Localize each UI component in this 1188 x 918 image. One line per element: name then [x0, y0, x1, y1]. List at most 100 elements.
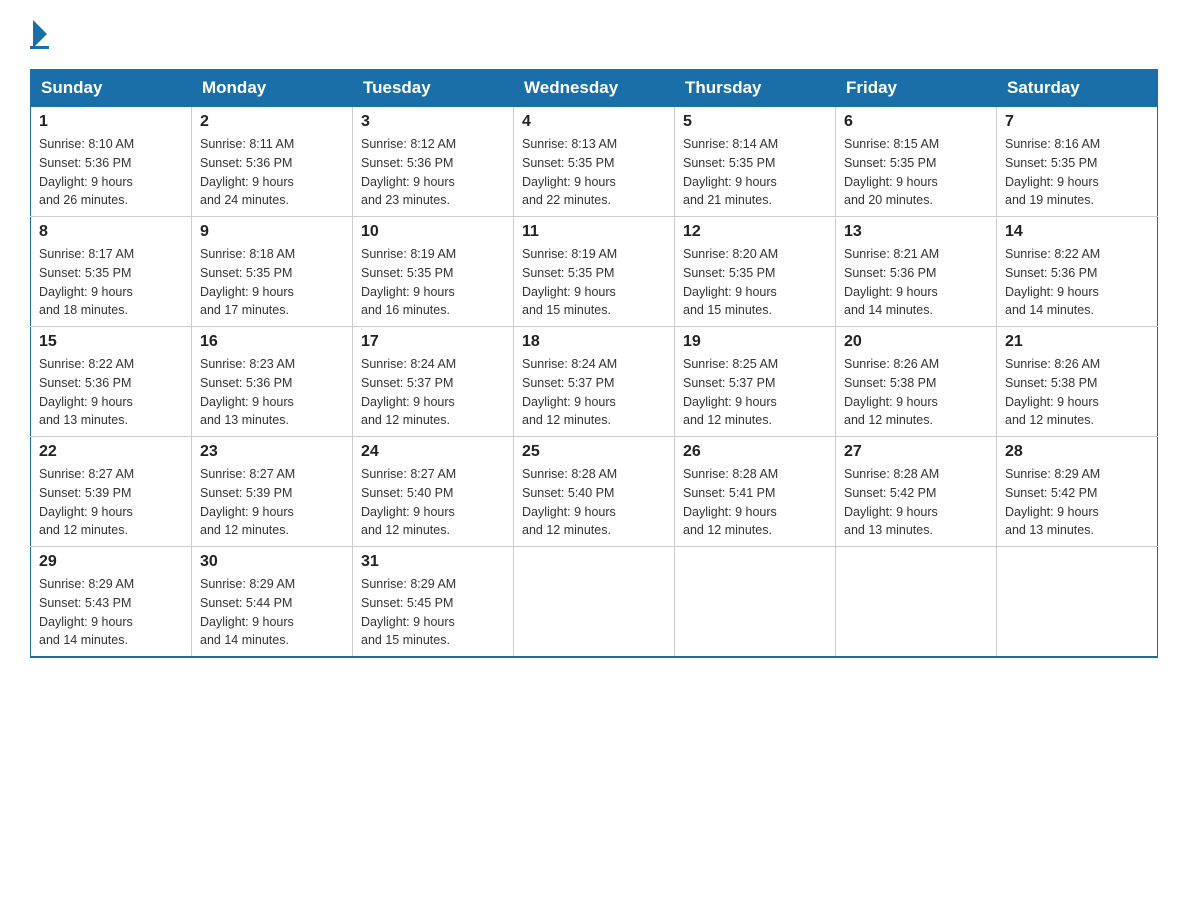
calendar-cell: 13 Sunrise: 8:21 AM Sunset: 5:36 PM Dayl… [836, 217, 997, 327]
day-info: Sunrise: 8:23 AM Sunset: 5:36 PM Dayligh… [200, 355, 344, 430]
day-info: Sunrise: 8:28 AM Sunset: 5:40 PM Dayligh… [522, 465, 666, 540]
day-number: 10 [361, 223, 505, 241]
day-number: 15 [39, 333, 183, 351]
day-number: 1 [39, 113, 183, 131]
day-header-wednesday: Wednesday [514, 70, 675, 107]
calendar-cell: 21 Sunrise: 8:26 AM Sunset: 5:38 PM Dayl… [997, 327, 1158, 437]
calendar-cell: 9 Sunrise: 8:18 AM Sunset: 5:35 PM Dayli… [192, 217, 353, 327]
calendar-week-row: 1 Sunrise: 8:10 AM Sunset: 5:36 PM Dayli… [31, 107, 1158, 217]
day-number: 12 [683, 223, 827, 241]
day-number: 22 [39, 443, 183, 461]
day-number: 13 [844, 223, 988, 241]
day-number: 17 [361, 333, 505, 351]
day-info: Sunrise: 8:28 AM Sunset: 5:41 PM Dayligh… [683, 465, 827, 540]
calendar-cell: 31 Sunrise: 8:29 AM Sunset: 5:45 PM Dayl… [353, 547, 514, 658]
day-info: Sunrise: 8:15 AM Sunset: 5:35 PM Dayligh… [844, 135, 988, 210]
day-number: 18 [522, 333, 666, 351]
day-info: Sunrise: 8:22 AM Sunset: 5:36 PM Dayligh… [1005, 245, 1149, 320]
day-number: 31 [361, 553, 505, 571]
calendar-cell: 26 Sunrise: 8:28 AM Sunset: 5:41 PM Dayl… [675, 437, 836, 547]
calendar-cell: 27 Sunrise: 8:28 AM Sunset: 5:42 PM Dayl… [836, 437, 997, 547]
calendar-cell: 6 Sunrise: 8:15 AM Sunset: 5:35 PM Dayli… [836, 107, 997, 217]
calendar-cell: 19 Sunrise: 8:25 AM Sunset: 5:37 PM Dayl… [675, 327, 836, 437]
calendar-cell: 23 Sunrise: 8:27 AM Sunset: 5:39 PM Dayl… [192, 437, 353, 547]
calendar-cell: 11 Sunrise: 8:19 AM Sunset: 5:35 PM Dayl… [514, 217, 675, 327]
day-info: Sunrise: 8:29 AM Sunset: 5:45 PM Dayligh… [361, 575, 505, 650]
calendar-cell: 28 Sunrise: 8:29 AM Sunset: 5:42 PM Dayl… [997, 437, 1158, 547]
page-header [30, 20, 1158, 49]
calendar-cell: 4 Sunrise: 8:13 AM Sunset: 5:35 PM Dayli… [514, 107, 675, 217]
day-number: 14 [1005, 223, 1149, 241]
calendar-week-row: 8 Sunrise: 8:17 AM Sunset: 5:35 PM Dayli… [31, 217, 1158, 327]
day-number: 29 [39, 553, 183, 571]
calendar-cell: 1 Sunrise: 8:10 AM Sunset: 5:36 PM Dayli… [31, 107, 192, 217]
day-number: 4 [522, 113, 666, 131]
day-info: Sunrise: 8:17 AM Sunset: 5:35 PM Dayligh… [39, 245, 183, 320]
day-number: 5 [683, 113, 827, 131]
day-info: Sunrise: 8:22 AM Sunset: 5:36 PM Dayligh… [39, 355, 183, 430]
day-info: Sunrise: 8:27 AM Sunset: 5:39 PM Dayligh… [39, 465, 183, 540]
day-header-tuesday: Tuesday [353, 70, 514, 107]
day-number: 11 [522, 223, 666, 241]
calendar-cell: 17 Sunrise: 8:24 AM Sunset: 5:37 PM Dayl… [353, 327, 514, 437]
calendar-cell [514, 547, 675, 658]
calendar-cell: 24 Sunrise: 8:27 AM Sunset: 5:40 PM Dayl… [353, 437, 514, 547]
day-info: Sunrise: 8:29 AM Sunset: 5:42 PM Dayligh… [1005, 465, 1149, 540]
logo-underline [30, 46, 49, 49]
calendar-table: SundayMondayTuesdayWednesdayThursdayFrid… [30, 69, 1158, 658]
day-info: Sunrise: 8:10 AM Sunset: 5:36 PM Dayligh… [39, 135, 183, 210]
calendar-cell: 7 Sunrise: 8:16 AM Sunset: 5:35 PM Dayli… [997, 107, 1158, 217]
calendar-week-row: 29 Sunrise: 8:29 AM Sunset: 5:43 PM Dayl… [31, 547, 1158, 658]
day-info: Sunrise: 8:25 AM Sunset: 5:37 PM Dayligh… [683, 355, 827, 430]
day-number: 2 [200, 113, 344, 131]
day-number: 27 [844, 443, 988, 461]
calendar-cell: 29 Sunrise: 8:29 AM Sunset: 5:43 PM Dayl… [31, 547, 192, 658]
day-info: Sunrise: 8:13 AM Sunset: 5:35 PM Dayligh… [522, 135, 666, 210]
calendar-cell [836, 547, 997, 658]
day-info: Sunrise: 8:12 AM Sunset: 5:36 PM Dayligh… [361, 135, 505, 210]
day-info: Sunrise: 8:28 AM Sunset: 5:42 PM Dayligh… [844, 465, 988, 540]
calendar-week-row: 15 Sunrise: 8:22 AM Sunset: 5:36 PM Dayl… [31, 327, 1158, 437]
day-number: 9 [200, 223, 344, 241]
day-header-sunday: Sunday [31, 70, 192, 107]
day-number: 24 [361, 443, 505, 461]
calendar-cell: 14 Sunrise: 8:22 AM Sunset: 5:36 PM Dayl… [997, 217, 1158, 327]
day-info: Sunrise: 8:19 AM Sunset: 5:35 PM Dayligh… [361, 245, 505, 320]
day-info: Sunrise: 8:26 AM Sunset: 5:38 PM Dayligh… [1005, 355, 1149, 430]
day-number: 26 [683, 443, 827, 461]
calendar-cell [675, 547, 836, 658]
day-info: Sunrise: 8:26 AM Sunset: 5:38 PM Dayligh… [844, 355, 988, 430]
calendar-cell: 22 Sunrise: 8:27 AM Sunset: 5:39 PM Dayl… [31, 437, 192, 547]
day-number: 25 [522, 443, 666, 461]
day-info: Sunrise: 8:21 AM Sunset: 5:36 PM Dayligh… [844, 245, 988, 320]
day-number: 21 [1005, 333, 1149, 351]
calendar-week-row: 22 Sunrise: 8:27 AM Sunset: 5:39 PM Dayl… [31, 437, 1158, 547]
calendar-cell: 5 Sunrise: 8:14 AM Sunset: 5:35 PM Dayli… [675, 107, 836, 217]
day-number: 6 [844, 113, 988, 131]
day-number: 19 [683, 333, 827, 351]
calendar-cell: 3 Sunrise: 8:12 AM Sunset: 5:36 PM Dayli… [353, 107, 514, 217]
day-info: Sunrise: 8:27 AM Sunset: 5:40 PM Dayligh… [361, 465, 505, 540]
day-info: Sunrise: 8:27 AM Sunset: 5:39 PM Dayligh… [200, 465, 344, 540]
day-info: Sunrise: 8:11 AM Sunset: 5:36 PM Dayligh… [200, 135, 344, 210]
day-number: 7 [1005, 113, 1149, 131]
calendar-cell: 8 Sunrise: 8:17 AM Sunset: 5:35 PM Dayli… [31, 217, 192, 327]
day-number: 28 [1005, 443, 1149, 461]
calendar-cell: 25 Sunrise: 8:28 AM Sunset: 5:40 PM Dayl… [514, 437, 675, 547]
calendar-header-row: SundayMondayTuesdayWednesdayThursdayFrid… [31, 70, 1158, 107]
day-number: 23 [200, 443, 344, 461]
logo [30, 20, 49, 49]
calendar-cell: 10 Sunrise: 8:19 AM Sunset: 5:35 PM Dayl… [353, 217, 514, 327]
day-info: Sunrise: 8:16 AM Sunset: 5:35 PM Dayligh… [1005, 135, 1149, 210]
day-number: 8 [39, 223, 183, 241]
day-info: Sunrise: 8:18 AM Sunset: 5:35 PM Dayligh… [200, 245, 344, 320]
day-info: Sunrise: 8:29 AM Sunset: 5:44 PM Dayligh… [200, 575, 344, 650]
calendar-cell: 15 Sunrise: 8:22 AM Sunset: 5:36 PM Dayl… [31, 327, 192, 437]
day-header-monday: Monday [192, 70, 353, 107]
calendar-cell: 2 Sunrise: 8:11 AM Sunset: 5:36 PM Dayli… [192, 107, 353, 217]
day-info: Sunrise: 8:20 AM Sunset: 5:35 PM Dayligh… [683, 245, 827, 320]
calendar-cell: 16 Sunrise: 8:23 AM Sunset: 5:36 PM Dayl… [192, 327, 353, 437]
day-info: Sunrise: 8:19 AM Sunset: 5:35 PM Dayligh… [522, 245, 666, 320]
calendar-cell: 30 Sunrise: 8:29 AM Sunset: 5:44 PM Dayl… [192, 547, 353, 658]
day-info: Sunrise: 8:29 AM Sunset: 5:43 PM Dayligh… [39, 575, 183, 650]
